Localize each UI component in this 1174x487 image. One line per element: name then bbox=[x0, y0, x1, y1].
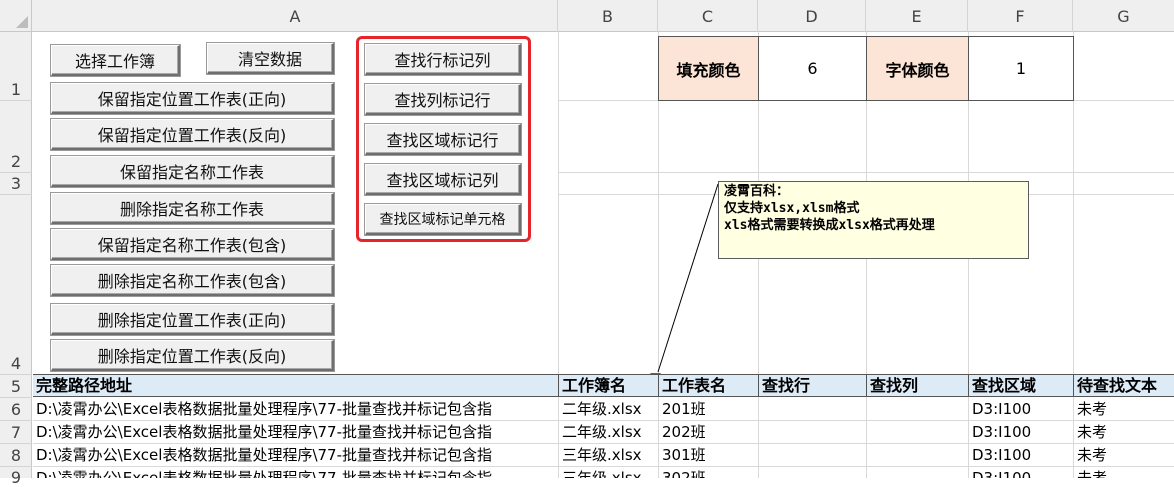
table-cell-sheet[interactable]: 201班 bbox=[659, 398, 759, 421]
table-cell-workbook[interactable]: 三年级.xlsx bbox=[559, 467, 659, 478]
table-cell-text[interactable]: 未考 bbox=[1074, 467, 1174, 478]
header-search-text[interactable]: 待查找文本 bbox=[1074, 374, 1174, 397]
table-cell-text[interactable]: 未考 bbox=[1074, 444, 1174, 467]
table-cell-path[interactable]: D:\凌霄办公\Excel表格数据批量处理程序\77-批量查找并标记包含指 bbox=[33, 467, 559, 478]
comment-line: xls格式需要转换成xlsx格式再处理 bbox=[724, 218, 935, 233]
table-cell-find-row[interactable] bbox=[759, 444, 867, 467]
table-cell-workbook[interactable]: 二年级.xlsx bbox=[559, 421, 659, 444]
table-cell-find-row[interactable] bbox=[759, 467, 867, 478]
table-cell-find-column[interactable] bbox=[867, 398, 969, 421]
table-cell-sheet[interactable]: 302班 bbox=[659, 467, 759, 478]
table-cell-text[interactable]: 未考 bbox=[1074, 421, 1174, 444]
table-cell-find-column[interactable] bbox=[867, 421, 969, 444]
header-sheet-name[interactable]: 工作表名 bbox=[659, 374, 759, 397]
comment-line: 仅支持xlsx,xlsm格式 bbox=[724, 201, 860, 216]
table-cell-workbook[interactable]: 三年级.xlsx bbox=[559, 444, 659, 467]
table-cell-text[interactable]: 未考 bbox=[1074, 398, 1174, 421]
table-cell-find-column[interactable] bbox=[867, 444, 969, 467]
cell-comment[interactable]: 凌霄百科： 仅支持xlsx,xlsm格式 xls格式需要转换成xlsx格式再处理 bbox=[718, 181, 1029, 259]
table-cell-area[interactable]: D3:I100 bbox=[969, 398, 1074, 421]
table-cell-area[interactable]: D3:I100 bbox=[969, 421, 1074, 444]
table-cell-sheet[interactable]: 301班 bbox=[659, 444, 759, 467]
header-full-path[interactable]: 完整路径地址 bbox=[33, 374, 559, 397]
table-cell-find-column[interactable] bbox=[867, 467, 969, 478]
table-cell-path[interactable]: D:\凌霄办公\Excel表格数据批量处理程序\77-批量查找并标记包含指 bbox=[33, 444, 559, 467]
header-find-column[interactable]: 查找列 bbox=[867, 374, 969, 397]
table-cell-path[interactable]: D:\凌霄办公\Excel表格数据批量处理程序\77-批量查找并标记包含指 bbox=[33, 398, 559, 421]
table-cell-find-row[interactable] bbox=[759, 421, 867, 444]
header-find-area[interactable]: 查找区域 bbox=[969, 374, 1074, 397]
header-workbook-name[interactable]: 工作簿名 bbox=[559, 374, 659, 397]
comment-line: 凌霄百科： bbox=[724, 184, 790, 199]
header-find-row[interactable]: 查找行 bbox=[759, 374, 867, 397]
table-cell-area[interactable]: D3:I100 bbox=[969, 444, 1074, 467]
table-cell-path[interactable]: D:\凌霄办公\Excel表格数据批量处理程序\77-批量查找并标记包含指 bbox=[33, 421, 559, 444]
table-cell-find-row[interactable] bbox=[759, 398, 867, 421]
table-cell-workbook[interactable]: 二年级.xlsx bbox=[559, 398, 659, 421]
table-cell-sheet[interactable]: 202班 bbox=[659, 421, 759, 444]
table-cell-area[interactable]: D3:I100 bbox=[969, 467, 1074, 478]
